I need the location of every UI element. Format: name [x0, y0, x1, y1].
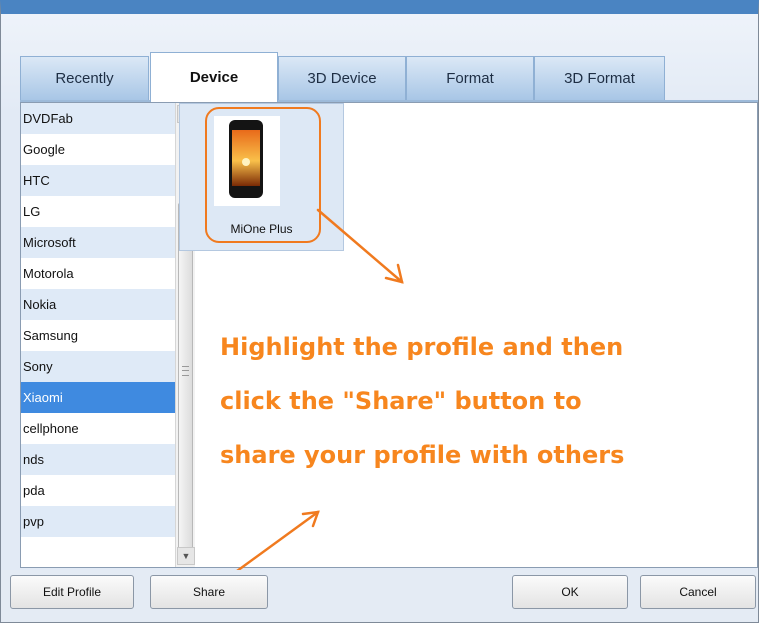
annotation-line: click the "Share" button to: [220, 387, 582, 415]
edit-profile-button[interactable]: Edit Profile: [10, 575, 134, 609]
list-item-nokia[interactable]: Nokia: [21, 289, 175, 320]
list-item-pda[interactable]: pda: [21, 475, 175, 506]
list-item-lg[interactable]: LG: [21, 196, 175, 227]
tab-bar: Recently Device 3D Device Format 3D Form…: [20, 52, 758, 102]
grip-icon: [182, 366, 189, 376]
tab-recently[interactable]: Recently: [20, 56, 149, 100]
list-item-nds[interactable]: nds: [21, 444, 175, 475]
tab-3d-device[interactable]: 3D Device: [278, 56, 406, 100]
tab-format[interactable]: Format: [406, 56, 534, 100]
tab-3d-format[interactable]: 3D Format: [534, 56, 665, 100]
list-item-pvp[interactable]: pvp: [21, 506, 175, 537]
profile-highlight-outline: [205, 107, 321, 243]
tab-device[interactable]: Device: [150, 52, 278, 102]
annotation-line: share your profile with others: [220, 441, 625, 469]
scrollbar-thumb[interactable]: [178, 203, 193, 551]
list-item-cellphone[interactable]: cellphone: [21, 413, 175, 444]
list-item-samsung[interactable]: Samsung: [21, 320, 175, 351]
list-item-dvdfab[interactable]: DVDFab: [21, 103, 175, 134]
list-item-htc[interactable]: HTC: [21, 165, 175, 196]
cancel-button[interactable]: Cancel: [640, 575, 756, 609]
annotation-line: Highlight the profile and then: [220, 333, 624, 361]
list-item-google[interactable]: Google: [21, 134, 175, 165]
scroll-down-arrow-icon[interactable]: ▼: [177, 547, 195, 565]
list-item-sony[interactable]: Sony: [21, 351, 175, 382]
list-item-microsoft[interactable]: Microsoft: [21, 227, 175, 258]
list-item-motorola[interactable]: Motorola: [21, 258, 175, 289]
brand-list: DVDFab Google HTC LG Microsoft Motorola …: [21, 103, 175, 567]
annotation-text: Highlight the profile and then click the…: [220, 320, 740, 482]
list-item-xiaomi[interactable]: Xiaomi: [21, 382, 175, 413]
ok-button[interactable]: OK: [512, 575, 628, 609]
share-button[interactable]: Share: [150, 575, 268, 609]
